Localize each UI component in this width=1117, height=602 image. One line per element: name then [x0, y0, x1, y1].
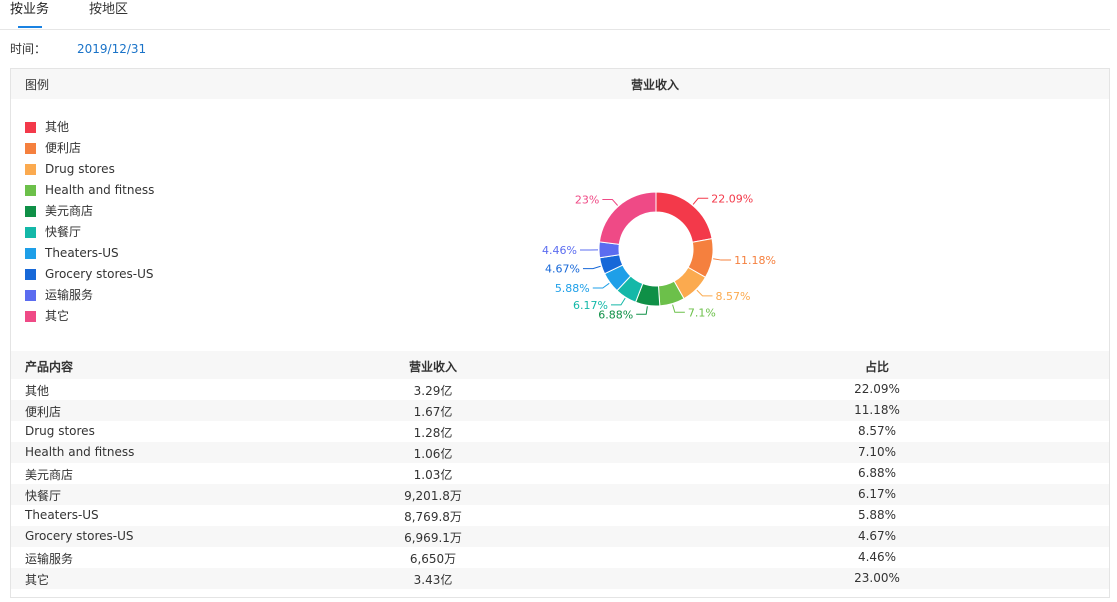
cell-revenue: 1.67亿 [413, 405, 453, 419]
cell-revenue: 3.29亿 [413, 384, 453, 398]
cell-product: 便利店 [25, 405, 62, 419]
legend-label: Theaters-US [45, 246, 119, 260]
slice-label: 4.46% [542, 244, 577, 257]
leader-line [672, 304, 685, 313]
leader-line [692, 197, 709, 205]
slice-label: 4.67% [545, 263, 580, 276]
cell-product: 运输服务 [25, 552, 74, 566]
cell-ratio: 7.10% [857, 445, 897, 459]
leader-line [696, 289, 713, 297]
legend-swatch [25, 185, 36, 196]
active-tab-indicator [18, 26, 42, 28]
donut-chart: 22.09%11.18%8.57%7.1%6.88%6.17%5.88%4.67… [542, 191, 776, 321]
cell-ratio: 4.67% [857, 529, 897, 543]
cell-product: Grocery stores-US [25, 529, 134, 543]
panel-header: 图例 营业收入 [11, 69, 1109, 99]
legend-swatch [25, 206, 36, 217]
legend-label: 美元商店 [45, 204, 94, 218]
cell-revenue: 1.06亿 [413, 447, 453, 461]
cell-product: 其他 [25, 384, 50, 398]
table-row: Theaters-US 8,769.8万 5.88% [11, 505, 1109, 526]
table-row: 其他 3.29亿 22.09% [11, 379, 1109, 400]
cell-ratio: 22.09% [854, 382, 900, 396]
legend-label: Grocery stores-US [45, 267, 154, 281]
cell-product: 快餐厅 [25, 489, 62, 503]
slice-label: 8.57% [716, 290, 751, 303]
table-row: Drug stores 1.28亿 8.57% [11, 421, 1109, 442]
cell-ratio: 6.17% [857, 487, 897, 501]
legend-swatch [25, 164, 36, 175]
cell-ratio: 5.88% [857, 508, 897, 522]
table-row: 快餐厅 9,201.8万 6.17% [11, 484, 1109, 505]
legend-swatch [25, 248, 36, 259]
tab-bar: 按业务 按地区 [0, 0, 1110, 30]
legend-swatch [25, 311, 36, 322]
slice-label: 11.18% [734, 254, 776, 267]
table-header: 产品内容 营业收入 占比 [11, 351, 1109, 379]
legend-swatch [25, 143, 36, 154]
legend-label: 便利店 [45, 141, 82, 155]
slice-label: 7.1% [688, 306, 716, 319]
header-revenue: 营业收入 [408, 360, 457, 374]
legend-swatch [25, 269, 36, 280]
cell-ratio: 8.57% [857, 424, 897, 438]
legend-swatch [25, 290, 36, 301]
table-row: 其它 3.43亿 23.00% [11, 568, 1109, 589]
legend-swatch [25, 227, 36, 238]
cell-revenue: 3.43亿 [413, 573, 453, 587]
legend-label: 其他 [45, 120, 70, 134]
table-row: 运输服务 6,650万 4.46% [11, 547, 1109, 568]
legend-title: 图例 [25, 78, 50, 92]
date-label: 时间： [10, 42, 47, 56]
tab-by-region[interactable]: 按地区 [89, 1, 128, 19]
cell-product: Health and fitness [25, 445, 135, 459]
leader-line [602, 198, 619, 206]
table-row: Health and fitness 1.06亿 7.10% [11, 442, 1109, 463]
cell-revenue: 9,201.8万 [404, 489, 462, 503]
legend-label: 运输服务 [45, 288, 94, 302]
table-row: 美元商店 1.03亿 6.88% [11, 463, 1109, 484]
cell-product: 其它 [25, 573, 50, 587]
cell-product: Theaters-US [25, 508, 99, 522]
cell-ratio: 4.46% [857, 550, 897, 564]
legend-swatch [25, 122, 36, 133]
cell-revenue: 1.03亿 [413, 468, 453, 482]
header-ratio: 占比 [864, 360, 889, 374]
cell-revenue: 1.28亿 [413, 426, 453, 440]
chart-panel: 图例 营业收入 其他 便利店 Drug stores Health and fitne… [10, 68, 1110, 598]
slice-label: 22.09% [711, 192, 753, 205]
leader-line [592, 282, 610, 289]
cell-ratio: 23.00% [854, 571, 900, 585]
slice-label: 23% [575, 193, 599, 206]
slice-label: 6.17% [573, 299, 608, 312]
legend-label: 快餐厅 [45, 225, 82, 239]
legend-label: Health and fitness [45, 183, 155, 197]
cell-ratio: 6.88% [857, 466, 897, 480]
date-selector[interactable]: 2019/12/31 [77, 40, 146, 58]
cell-revenue: 6,650万 [409, 552, 457, 566]
cell-revenue: 6,969.1万 [404, 531, 462, 545]
donut-slice[interactable] [655, 191, 713, 243]
leader-line [713, 258, 732, 261]
cell-ratio: 11.18% [854, 403, 900, 417]
header-product: 产品内容 [25, 360, 74, 374]
cell-revenue: 8,769.8万 [404, 510, 462, 524]
legend-label: Drug stores [45, 162, 115, 176]
table-row: 便利店 1.67亿 11.18% [11, 400, 1109, 421]
chart-title: 营业收入 [631, 78, 680, 92]
leader-line [582, 265, 601, 270]
table-row: Grocery stores-US 6,969.1万 4.67% [11, 526, 1109, 547]
leader-line [610, 297, 626, 306]
slice-label: 5.88% [555, 282, 590, 295]
tab-by-business[interactable]: 按业务 [10, 1, 49, 19]
cell-product: 美元商店 [25, 468, 74, 482]
legend-label: 其它 [45, 309, 70, 323]
cell-product: Drug stores [25, 424, 95, 438]
leader-line [636, 306, 648, 315]
